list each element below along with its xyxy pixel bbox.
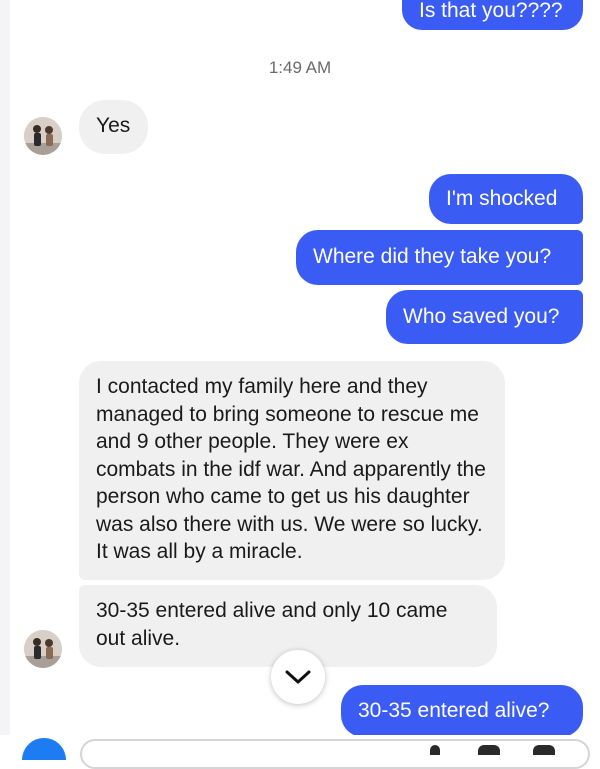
message-incoming-yes[interactable]: Yes xyxy=(79,100,148,154)
avatar[interactable] xyxy=(24,117,62,155)
composer-icon[interactable] xyxy=(430,745,440,755)
scroll-to-bottom-button[interactable] xyxy=(271,650,325,704)
composer-icon[interactable] xyxy=(478,745,500,755)
message-outgoing-where[interactable]: Where did they take you? xyxy=(296,230,583,285)
user-avatar-icon xyxy=(24,117,62,155)
message-timestamp: 1:49 AM xyxy=(268,58,332,77)
message-outgoing-question[interactable]: 30-35 entered alive? xyxy=(341,685,583,737)
message-text: Who saved you? xyxy=(403,305,560,328)
message-text: 30-35 entered alive and only 10 came out… xyxy=(96,599,448,650)
message-text: 30-35 entered alive? xyxy=(358,699,550,722)
window-edge xyxy=(0,0,10,749)
message-outgoing-shocked[interactable]: I'm shocked xyxy=(429,174,583,224)
message-text: Yes xyxy=(96,114,131,137)
avatar[interactable] xyxy=(24,630,62,668)
message-input[interactable] xyxy=(80,739,590,769)
chevron-down-icon xyxy=(285,670,311,684)
user-avatar-icon xyxy=(24,630,62,668)
message-text: I'm shocked xyxy=(446,187,558,210)
composer-icon[interactable] xyxy=(533,745,555,755)
message-incoming-long[interactable]: I contacted my family here and they mana… xyxy=(79,361,505,580)
message-outgoing-who-saved[interactable]: Who saved you? xyxy=(386,290,583,344)
message-text: I contacted my family here and they mana… xyxy=(96,375,486,563)
message-text: Is that you???? xyxy=(419,0,563,22)
message-text: Where did they take you? xyxy=(313,245,552,268)
message-outgoing-top[interactable]: Is that you???? xyxy=(402,0,583,30)
